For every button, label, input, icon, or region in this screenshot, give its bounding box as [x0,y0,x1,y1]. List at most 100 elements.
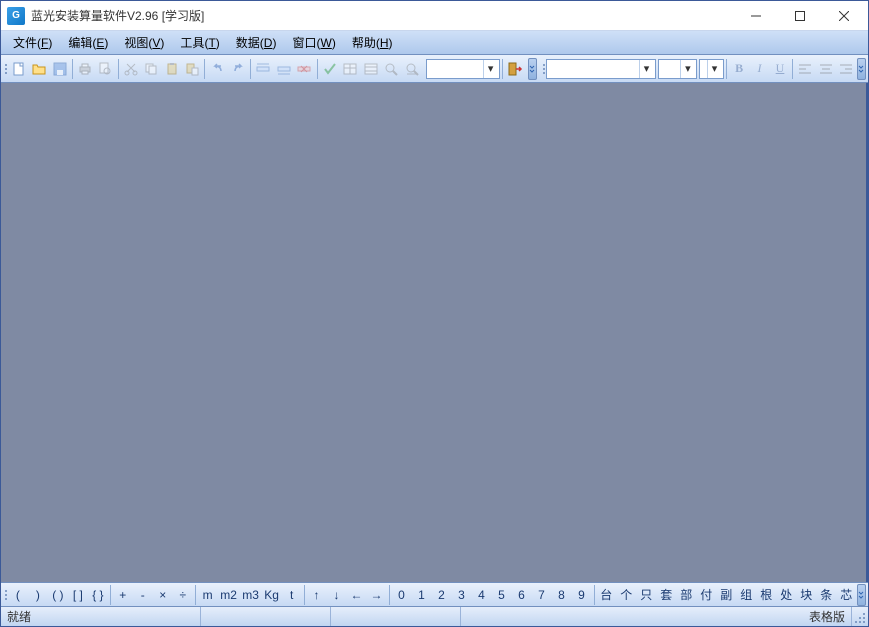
main-toolbar: ▾ ▾ ▾ ▾ B I U [1,55,868,83]
sym-7[interactable]: 7 [532,585,552,605]
exit-button[interactable] [505,58,525,80]
sym-left[interactable]: ← [347,585,367,605]
sym-2[interactable]: 2 [432,585,452,605]
toolbar-overflow-1[interactable] [528,58,537,80]
maximize-button[interactable] [778,2,822,30]
insert-row-button [253,58,273,80]
cut-button [121,58,141,80]
combo-1[interactable]: ▾ [426,59,500,79]
sym-4[interactable]: 4 [472,585,492,605]
sym-minus[interactable]: - [133,585,153,605]
titlebar: G 蓝光安装算量软件V2.96 [学习版] [1,1,868,31]
symbol-toolbar: ( ) ( ) [ ] { } + - × ÷ m m2 m3 Kg t ↑ ↓… [1,582,868,606]
sym-paren-open[interactable]: ( [8,585,28,605]
chevron-down-icon: ▾ [483,60,497,78]
sym-6[interactable]: 6 [512,585,532,605]
print-preview-button [95,58,115,80]
window-controls [734,2,866,30]
find-button [381,58,401,80]
app-icon: G [7,7,25,25]
menu-edit[interactable]: 编辑(E) [60,31,116,54]
window-title: 蓝光安装算量软件V2.96 [学习版] [31,7,734,24]
toolbar-grip[interactable] [3,58,9,80]
bold-button: B [729,59,749,79]
toolbar-overflow-3[interactable] [857,584,866,606]
chevron-down-icon: ▾ [680,60,694,78]
align-left-button [795,59,815,79]
sym-unit-fu2[interactable]: 副 [717,585,737,605]
table-alt-button [360,58,380,80]
sym-unit-tiao[interactable]: 条 [817,585,837,605]
copy-button [141,58,161,80]
sym-t[interactable]: t [282,585,302,605]
paste-button [162,58,182,80]
sym-down[interactable]: ↓ [327,585,347,605]
open-button[interactable] [29,58,49,80]
print-button [75,58,95,80]
close-button[interactable] [822,2,866,30]
sym-kg[interactable]: Kg [262,585,282,605]
status-cell-3 [331,607,461,626]
sym-8[interactable]: 8 [552,585,572,605]
sym-unit-gen[interactable]: 根 [757,585,777,605]
sym-unit-tai[interactable]: 台 [597,585,617,605]
sym-unit-xin[interactable]: 芯 [837,585,857,605]
sym-right[interactable]: → [367,585,387,605]
sym-unit-fu[interactable]: 付 [697,585,717,605]
find-alt-button [401,58,421,80]
chevron-down-icon: ▾ [707,60,721,78]
chevron-down-icon: ▾ [639,60,653,78]
combo-color[interactable]: ▾ [699,59,724,79]
sym-5[interactable]: 5 [492,585,512,605]
sym-1[interactable]: 1 [412,585,432,605]
menu-view[interactable]: 视图(V) [116,31,172,54]
delete-row-button [294,58,314,80]
sym-0[interactable]: 0 [392,585,412,605]
sym-m[interactable]: m [198,585,218,605]
sym-m2[interactable]: m2 [218,585,240,605]
resize-grip[interactable] [852,607,868,626]
table-button [340,58,360,80]
sym-unit-zu[interactable]: 组 [737,585,757,605]
workspace [1,83,868,582]
sym-unit-zhi[interactable]: 只 [637,585,657,605]
sym-unit-tao[interactable]: 套 [657,585,677,605]
sym-times[interactable]: × [153,585,173,605]
toolbar-overflow-2[interactable] [857,58,866,80]
menu-file[interactable]: 文件(F) [5,31,60,54]
menu-tool[interactable]: 工具(T) [172,31,227,54]
menu-data[interactable]: 数据(D) [228,31,285,54]
align-right-button [836,59,856,79]
sym-pair-bracket[interactable]: [ ] [68,585,88,605]
sym-9[interactable]: 9 [572,585,592,605]
append-row-button [274,58,294,80]
save-button [49,58,69,80]
status-ready: 就绪 [1,607,201,626]
sym-up[interactable]: ↑ [307,585,327,605]
sym-unit-chu[interactable]: 处 [777,585,797,605]
sym-m3[interactable]: m3 [240,585,262,605]
sym-unit-ge[interactable]: 个 [617,585,637,605]
menubar: 文件(F) 编辑(E) 视图(V) 工具(T) 数据(D) 窗口(W) 帮助(H… [1,31,868,55]
sym-plus[interactable]: + [113,585,133,605]
italic-button: I [749,59,769,79]
redo-button [228,58,248,80]
menu-help[interactable]: 帮助(H) [344,31,401,54]
new-button[interactable] [9,58,29,80]
paste-append-button [182,58,202,80]
sym-paren-close[interactable]: ) [28,585,48,605]
sym-unit-bu[interactable]: 部 [677,585,697,605]
combo-size[interactable]: ▾ [658,59,697,79]
sym-pair-brace[interactable]: { } [88,585,108,605]
sym-3[interactable]: 3 [452,585,472,605]
status-mode: 表格版 [803,607,852,626]
status-cell-2 [201,607,331,626]
underline-button: U [770,59,790,79]
check-button [319,58,339,80]
sym-unit-kuai[interactable]: 块 [797,585,817,605]
sym-divide[interactable]: ÷ [173,585,193,605]
combo-font[interactable]: ▾ [546,59,656,79]
sym-pair-paren[interactable]: ( ) [48,585,68,605]
menu-window[interactable]: 窗口(W) [284,31,343,54]
minimize-button[interactable] [734,2,778,30]
